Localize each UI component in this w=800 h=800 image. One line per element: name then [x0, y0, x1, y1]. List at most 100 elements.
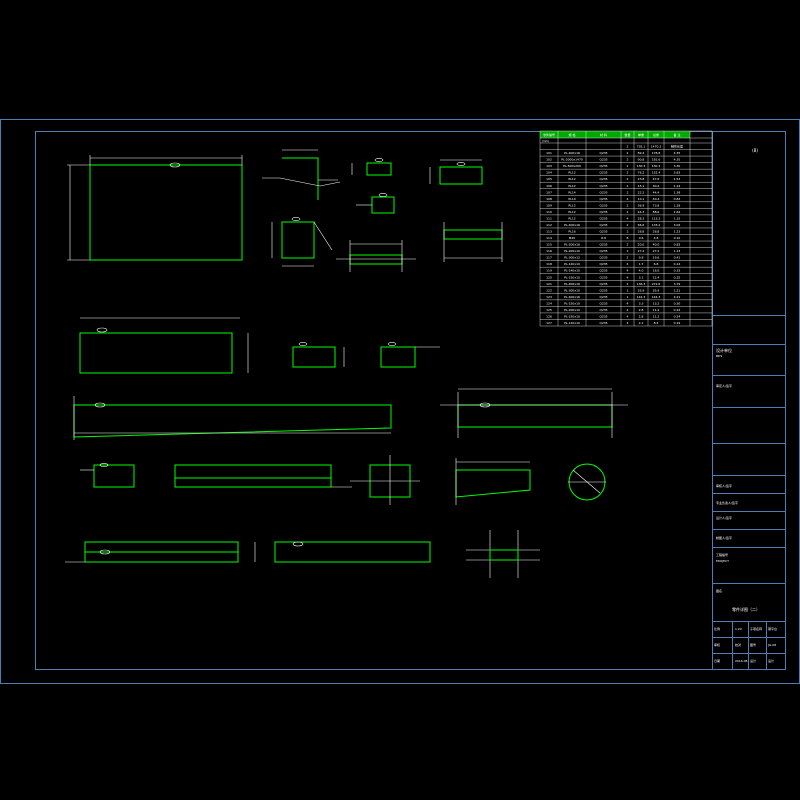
parts-table-row: 112 PL-400x16 Q235 2 66.6 133.2 3.04 — [546, 223, 680, 227]
parts-table-cell: 2 — [627, 171, 629, 175]
parts-table-cell: PL-140x10 — [564, 269, 580, 273]
parts-table-cell: 44.4 — [653, 190, 660, 194]
parts-table-cell: 0.19 — [674, 321, 681, 325]
parts-table-cell: 4.35 — [674, 158, 681, 162]
parts-table-cell: 16.0 — [653, 269, 660, 273]
parts-table-cell: PL12 — [568, 210, 575, 214]
parts-table-cell: Q235 — [599, 282, 607, 286]
parts-table-cell: 4.35 — [674, 151, 681, 155]
parts-table-row: 124 PL-150x10 Q235 4 3.3 13.2 0.30 — [546, 301, 680, 305]
parts-table: 零件编号 规 格 材 料 数量 单重 总重 备 注 (mm) 2 735.1 1470.2 制作长度 1… — [539, 130, 713, 327]
parts-table-cell: 35.9 — [653, 288, 660, 292]
parts-table-cell: 126 — [546, 314, 552, 318]
parts-table-row: 123 PL-400x16 Q235 1 144.3 144.3 4.21 — [546, 295, 680, 299]
parts-table-cell: 9.8 — [639, 256, 644, 260]
parts-table-cell: 4 — [627, 197, 629, 201]
parts-table-cell: 144.3 — [637, 295, 646, 299]
parts-table-cell: 1.14 — [674, 184, 681, 188]
parts-table-header-bg — [540, 131, 690, 138]
parts-table-row: 116 PL-200x10 Q235 1 27.2 27.2 1.13 — [546, 249, 680, 253]
parts-table-cell: 272.6 — [652, 282, 661, 286]
scale-label: 比例 — [714, 626, 720, 631]
parts-table-cell: 116 — [546, 249, 552, 253]
parts-table-cell: 8 — [627, 236, 629, 240]
parts-table-cell: 27.2 — [653, 249, 660, 253]
parts-table-cell: 118 — [546, 262, 552, 266]
parts-table-cell: 4 — [627, 314, 629, 318]
parts-table-cell: PL-500x200 — [563, 164, 581, 168]
parts-table-cell: 152.4 — [652, 171, 661, 175]
parts-table-cell: PL-400x16 — [564, 282, 580, 286]
parts-table-cell: 1 — [627, 295, 629, 299]
parts-table-cell: 0.24 — [674, 308, 681, 312]
parts-table-cell: 2 — [627, 223, 629, 227]
parts-table-cell: 101 — [546, 151, 552, 155]
parts-table-cell: 123 — [546, 295, 552, 299]
parts-table-cell: 40.0 — [653, 243, 660, 247]
item-name-label: 子项名称 — [750, 626, 762, 631]
part-small-plate-b — [429, 159, 483, 185]
parts-table-cell: PL14 — [568, 190, 575, 194]
parts-table-cell: 13.2 — [653, 301, 660, 305]
parts-table-cell: 113.2 — [652, 216, 661, 220]
parts-table-cell: 4.8 — [654, 236, 659, 240]
parts-table-cell: 1 — [627, 164, 629, 168]
sign-line-3: 专业负责人/签字 — [716, 500, 738, 505]
parts-table-cell: 22.2 — [638, 190, 645, 194]
parts-table-cell: 4 — [627, 275, 629, 279]
parts-table-cell: 124 — [546, 301, 552, 305]
parts-table-cell: 2.8 — [639, 308, 644, 312]
parts-table-cell: PL-200x16 — [564, 243, 580, 247]
parts-table-cell: M20 — [569, 236, 575, 240]
parts-table-header-cell: 总重 — [653, 132, 659, 137]
parts-table-header-cell: 零件编号 — [543, 132, 555, 137]
parts-table-cell: 30.2 — [653, 184, 660, 188]
parts-table-cell: PL-2000x1470 — [561, 158, 583, 162]
parts-table-cell: PL12 — [568, 184, 575, 188]
parts-table-row: 103 PL-500x200 Q235 1 130.3 130.3 3.30 — [546, 164, 680, 168]
sign-line-5: 制图人/签字 — [716, 535, 732, 540]
parts-table-cell: 125 — [546, 308, 552, 312]
parts-table-cell: 90.8 — [638, 158, 645, 162]
parts-table-cell: 3.1 — [639, 275, 644, 279]
parts-table-cell: PL-140x10 — [564, 262, 580, 266]
drawing-label: 图名 — [716, 588, 722, 593]
date-value: 2016.08 — [735, 659, 747, 663]
parts-table-cell: 107 — [546, 190, 552, 194]
parts-table-cell: 0.14 — [674, 262, 681, 266]
parts-table-cell: Q235 — [599, 308, 607, 312]
part-long-bar-a — [73, 396, 392, 440]
part-bar-a — [336, 240, 416, 272]
parts-table-cell: PL12 — [568, 177, 575, 181]
parts-table-cell: 4 — [627, 301, 629, 305]
parts-table-cell: Q235 — [599, 321, 607, 325]
parts-table-cell: 106 — [546, 184, 552, 188]
parts-table-cell: PL-300x10 — [564, 288, 580, 292]
parts-table-cell: 108 — [546, 197, 552, 201]
parts-table-cell: 119 — [546, 269, 552, 273]
parts-table-cell: 181.6 — [652, 158, 661, 162]
parts-table-cell: 28.3 — [638, 216, 645, 220]
part-bar-c — [174, 464, 352, 488]
parts-table-cell: PL12 — [568, 171, 575, 175]
company-sub: BDS — [716, 354, 722, 358]
checker-label: 审核 — [714, 642, 720, 647]
part-drawings — [65, 149, 628, 578]
parts-table-cell: 1.21 — [674, 288, 681, 292]
parts-table-cell: 0.83 — [674, 197, 681, 201]
parts-table-cell: 1 — [627, 230, 629, 234]
sign-line-2: 审核人/签字 — [716, 483, 732, 488]
parts-table-cell: 12.4 — [653, 275, 660, 279]
parts-table-cell: 2 — [627, 210, 629, 214]
parts-table-cell: 8.8 — [601, 236, 606, 240]
parts-table-cell: 1.28 — [674, 203, 681, 207]
parts-table-cell: 3.04 — [674, 223, 681, 227]
part-small-plate-c — [356, 193, 395, 214]
parts-table-cell: 4 — [627, 308, 629, 312]
parts-table-cell: 105 — [546, 177, 552, 181]
part-cross-detail — [466, 530, 540, 578]
parts-table-row: 118 PL-140x10 Q235 4 1.7 6.8 0.14 — [546, 262, 680, 266]
parts-table-cell: 121 — [546, 282, 552, 286]
parts-table-row: 102 PL-2000x1470 Q235 2 90.8 181.6 4.35 — [546, 158, 680, 162]
parts-table-cell: Q235 — [599, 301, 607, 305]
